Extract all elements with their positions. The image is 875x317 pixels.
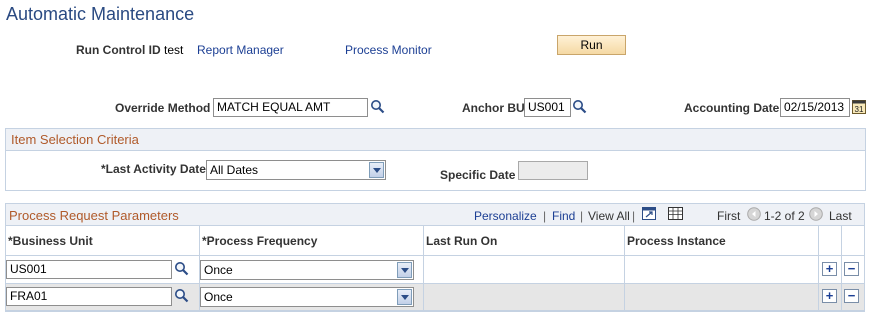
first-link[interactable]: First	[717, 209, 740, 223]
add-row-button[interactable]: +	[822, 289, 837, 303]
run-button[interactable]: Run	[557, 35, 626, 55]
override-method-label: Override Method	[115, 101, 211, 115]
delete-row-button[interactable]: −	[844, 262, 859, 276]
last-activity-date-value: All Dates	[210, 163, 259, 177]
nav-separator: |	[543, 209, 547, 223]
personalize-link[interactable]: Personalize	[474, 209, 537, 223]
business-unit-lookup-icon[interactable]	[174, 288, 189, 303]
business-unit-field[interactable]: US001	[6, 260, 172, 279]
column-header-process-frequency: *Process Frequency	[200, 226, 424, 256]
business-unit-field[interactable]: FRA01	[6, 287, 172, 306]
add-row-cell: +	[819, 256, 842, 284]
last-activity-date-label: *Last Activity Date	[101, 162, 206, 176]
column-header-process-instance: Process Instance	[625, 226, 819, 256]
last-link[interactable]: Last	[829, 209, 852, 223]
last-run-on-cell	[424, 256, 625, 284]
add-row-cell: +	[819, 284, 842, 311]
chevron-down-icon	[397, 262, 412, 278]
find-link[interactable]: Find	[552, 209, 575, 223]
item-selection-group: Item Selection Criteria	[5, 128, 866, 191]
grid-header-bar: Process Request Parameters Personalize |…	[6, 204, 864, 226]
calendar-icon[interactable]: 31	[852, 99, 866, 114]
download-grid-icon[interactable]	[668, 207, 683, 220]
process-instance-cell	[625, 256, 819, 284]
page-title: Automatic Maintenance	[6, 4, 195, 24]
last-run-on-cell	[424, 284, 625, 311]
nav-separator: |	[632, 209, 636, 223]
accounting-date-label: Accounting Date	[684, 101, 780, 115]
chevron-down-icon	[397, 289, 412, 305]
nav-separator: |	[580, 209, 584, 223]
row-range: 1-2 of 2	[764, 209, 805, 223]
frequency-cell: Once	[200, 256, 424, 284]
next-arrow-icon[interactable]	[809, 207, 823, 221]
add-row-button[interactable]: +	[822, 262, 837, 276]
last-activity-date-select[interactable]: All Dates	[206, 160, 386, 180]
process-frequency-select[interactable]: Once	[200, 287, 414, 307]
anchor-bu-field[interactable]: US001	[524, 98, 571, 117]
anchor-bu-lookup-icon[interactable]	[572, 99, 587, 114]
previous-arrow-icon[interactable]	[747, 207, 761, 221]
frequency-cell: Once	[200, 284, 424, 311]
delete-row-button[interactable]: −	[844, 289, 859, 303]
svg-text:31: 31	[855, 105, 864, 114]
report-manager-link[interactable]: Report Manager	[197, 43, 284, 57]
process-frequency-value: Once	[204, 263, 233, 277]
column-header-business-unit: *Business Unit	[6, 226, 200, 256]
accounting-date-field[interactable]: 02/15/2013	[780, 98, 850, 117]
view-all-link[interactable]: View All	[588, 209, 630, 223]
column-header-delete	[842, 226, 864, 256]
item-selection-title: Item Selection Criteria	[6, 129, 865, 151]
column-header-last-run-on: Last Run On	[424, 226, 625, 256]
process-frequency-select[interactable]: Once	[200, 260, 414, 280]
run-control-value: test	[164, 43, 184, 57]
chevron-down-icon	[369, 162, 384, 178]
specific-date-field	[518, 161, 588, 180]
process-instance-cell	[625, 284, 819, 311]
process-monitor-link[interactable]: Process Monitor	[345, 43, 432, 57]
business-unit-cell: US001	[6, 256, 200, 284]
process-frequency-value: Once	[204, 290, 233, 304]
grid-title: Process Request Parameters	[9, 208, 179, 223]
new-window-icon[interactable]	[642, 207, 656, 220]
override-method-lookup-icon[interactable]	[370, 99, 385, 114]
column-header-add	[819, 226, 842, 256]
delete-row-cell: −	[842, 256, 864, 284]
process-request-grid: Process Request Parameters Personalize |…	[5, 203, 865, 312]
business-unit-lookup-icon[interactable]	[174, 261, 189, 276]
run-control-label: Run Control ID	[76, 43, 161, 57]
delete-row-cell: −	[842, 284, 864, 311]
anchor-bu-label: Anchor BU	[462, 101, 525, 115]
business-unit-cell: FRA01	[6, 284, 200, 311]
specific-date-label: Specific Date	[440, 168, 516, 182]
override-method-field[interactable]: MATCH EQUAL AMT	[213, 98, 368, 117]
